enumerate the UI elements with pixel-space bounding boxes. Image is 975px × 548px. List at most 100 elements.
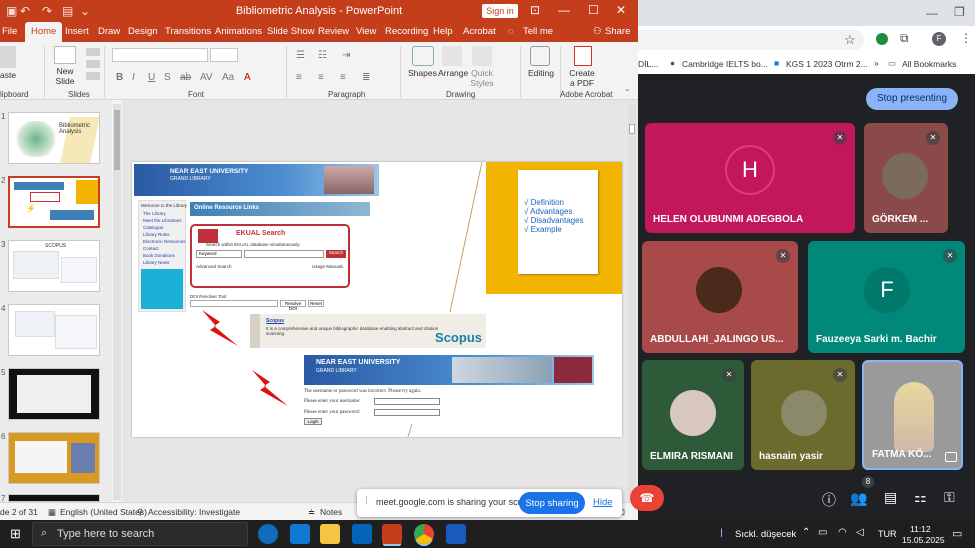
- extension-icon[interactable]: [876, 33, 888, 45]
- language-status[interactable]: English (United States): [60, 507, 147, 517]
- address-bar[interactable]: [638, 30, 864, 50]
- align-right-icon[interactable]: ≡: [340, 72, 346, 83]
- bookmark-item[interactable]: KGS 1 2023 Otrm 2...: [786, 59, 868, 69]
- bold-button[interactable]: B: [116, 72, 123, 83]
- tab-home[interactable]: Home: [25, 22, 63, 42]
- taskbar-search[interactable]: ⌕ Type here to search: [32, 522, 248, 546]
- participant-tile[interactable]: FATMA KÖ...: [862, 360, 963, 470]
- more-bookmarks-icon[interactable]: »: [874, 58, 879, 68]
- restore-icon[interactable]: ❐: [954, 5, 965, 19]
- spellcheck-icon[interactable]: ▦: [48, 507, 56, 518]
- notes-button[interactable]: Notes: [320, 507, 342, 517]
- tab-transitions[interactable]: Transitions: [165, 26, 211, 37]
- reset-icon[interactable]: [86, 60, 100, 68]
- bullets-icon[interactable]: ☰: [296, 50, 305, 61]
- font-size-select[interactable]: [210, 48, 238, 62]
- slide-thumbnail-7[interactable]: [8, 494, 100, 502]
- paste-button[interactable]: aste: [0, 70, 16, 80]
- windows-start-icon[interactable]: ⊞: [10, 526, 21, 542]
- quick-styles-button[interactable]: Quick Styles: [466, 68, 498, 88]
- tab-view[interactable]: View: [356, 26, 376, 37]
- participant-tile[interactable]: ✕ ABDULLAHI_JALINGO US...: [642, 241, 798, 353]
- tab-insert[interactable]: Insert: [65, 26, 89, 37]
- pip-icon[interactable]: [945, 452, 957, 462]
- strikethrough-button[interactable]: ab: [180, 72, 191, 83]
- volume-icon[interactable]: ◁: [856, 527, 864, 538]
- indent-icon[interactable]: ⇥: [342, 50, 350, 61]
- minimize-icon[interactable]: —: [558, 3, 570, 17]
- wifi-icon[interactable]: ◠: [838, 527, 847, 538]
- chrome-icon[interactable]: [414, 524, 434, 544]
- people-icon[interactable]: 👥: [850, 490, 867, 507]
- tray-chevron-icon[interactable]: ⌃: [802, 527, 810, 538]
- tab-help[interactable]: Help: [433, 26, 453, 37]
- edge-icon[interactable]: [258, 524, 278, 544]
- slide-thumbnail-2[interactable]: ⚡: [8, 176, 100, 228]
- share-button[interactable]: Share: [605, 26, 630, 37]
- outlook-icon[interactable]: [352, 524, 372, 544]
- leave-call-button[interactable]: ☎: [630, 485, 664, 511]
- stop-presenting-button[interactable]: Stop presenting: [866, 88, 958, 110]
- powerpoint-icon[interactable]: [382, 524, 402, 544]
- profile-icon[interactable]: F: [932, 32, 946, 46]
- paste-icon[interactable]: [0, 46, 16, 68]
- pdf-icon[interactable]: [574, 46, 592, 66]
- new-slide-button[interactable]: New Slide: [50, 66, 80, 86]
- tab-tell-me[interactable]: Tell me: [523, 26, 553, 37]
- drag-handle-icon[interactable]: ⁞: [365, 496, 368, 507]
- language-indicator[interactable]: TUR: [878, 529, 897, 539]
- participant-tile[interactable]: ✕ H HELEN OLUBUNMI ADEGBOLA: [645, 123, 855, 233]
- align-center-icon[interactable]: ≡: [318, 72, 324, 83]
- tab-animations[interactable]: Animations: [215, 26, 262, 37]
- word-icon[interactable]: [446, 524, 466, 544]
- slide-thumbnail-1[interactable]: Bibliometric Analysis: [8, 112, 100, 164]
- sign-in-button[interactable]: Sign in: [482, 4, 518, 18]
- notification-icon[interactable]: ▭: [952, 527, 962, 540]
- weather-text[interactable]: Sıckl. düşecek: [735, 529, 796, 540]
- slide-thumbnail-6[interactable]: [8, 432, 100, 484]
- host-controls-icon[interactable]: ⚿: [944, 489, 955, 506]
- clock-date[interactable]: 15.05.2025: [902, 535, 945, 545]
- bookmark-star-icon[interactable]: ☆: [844, 32, 856, 48]
- minimize-icon[interactable]: —: [926, 6, 938, 20]
- editing-button[interactable]: Editing: [528, 68, 554, 78]
- collapse-ribbon-icon[interactable]: ⌃: [624, 88, 631, 97]
- spacing-button[interactable]: AV: [200, 72, 213, 83]
- font-name-select[interactable]: [112, 48, 208, 62]
- notes-icon[interactable]: ≐: [308, 507, 315, 518]
- current-slide[interactable]: NEAR EAST UNIVERSITY GRAND LIBRARY Welco…: [132, 162, 622, 437]
- hide-button[interactable]: Hide: [593, 497, 613, 508]
- bookmark-item[interactable]: DİL...: [638, 59, 658, 69]
- shapes-icon[interactable]: [412, 46, 434, 66]
- arrange-icon[interactable]: [442, 46, 462, 66]
- info-icon[interactable]: ⓘ: [822, 490, 836, 510]
- font-color-button[interactable]: A: [244, 72, 251, 83]
- accessibility-icon[interactable]: ⚲: [137, 507, 143, 518]
- tab-design[interactable]: Design: [128, 26, 158, 37]
- participant-tile[interactable]: ✕ ELMIRA RISMANI: [642, 360, 744, 470]
- participant-tile[interactable]: ✕ F Fauzeeya Sarki m. Bachir: [808, 241, 965, 353]
- section-icon[interactable]: [86, 72, 100, 80]
- tab-acrobat[interactable]: Acrobat: [463, 26, 496, 37]
- tab-slide-show[interactable]: Slide Show: [267, 26, 315, 37]
- tab-recording[interactable]: Recording: [385, 26, 428, 37]
- participant-tile[interactable]: ✕ GÖRKEM ...: [864, 123, 948, 233]
- italic-button[interactable]: I: [132, 72, 135, 83]
- create-pdf-button[interactable]: Create a PDF: [566, 68, 598, 88]
- close-icon[interactable]: ✕: [616, 3, 626, 17]
- network-icon[interactable]: ▭: [818, 527, 827, 538]
- share-icon[interactable]: ⚇: [593, 26, 602, 37]
- align-left-icon[interactable]: ≡: [296, 72, 302, 83]
- numbering-icon[interactable]: ☷: [318, 50, 327, 61]
- chat-icon[interactable]: ▤: [884, 489, 897, 506]
- change-case-button[interactable]: Aa: [222, 72, 234, 83]
- tab-draw[interactable]: Draw: [98, 26, 120, 37]
- all-bookmarks-link[interactable]: All Bookmarks: [902, 59, 956, 69]
- editing-icon[interactable]: [530, 46, 550, 66]
- participant-tile[interactable]: ✕ hasnain yasir: [751, 360, 855, 470]
- activities-icon[interactable]: ⚏: [914, 489, 927, 506]
- extensions-icon[interactable]: ⧉: [900, 31, 909, 46]
- underline-button[interactable]: U: [148, 72, 155, 83]
- menu-icon[interactable]: ⋮: [960, 31, 972, 45]
- new-slide-icon[interactable]: [54, 46, 76, 64]
